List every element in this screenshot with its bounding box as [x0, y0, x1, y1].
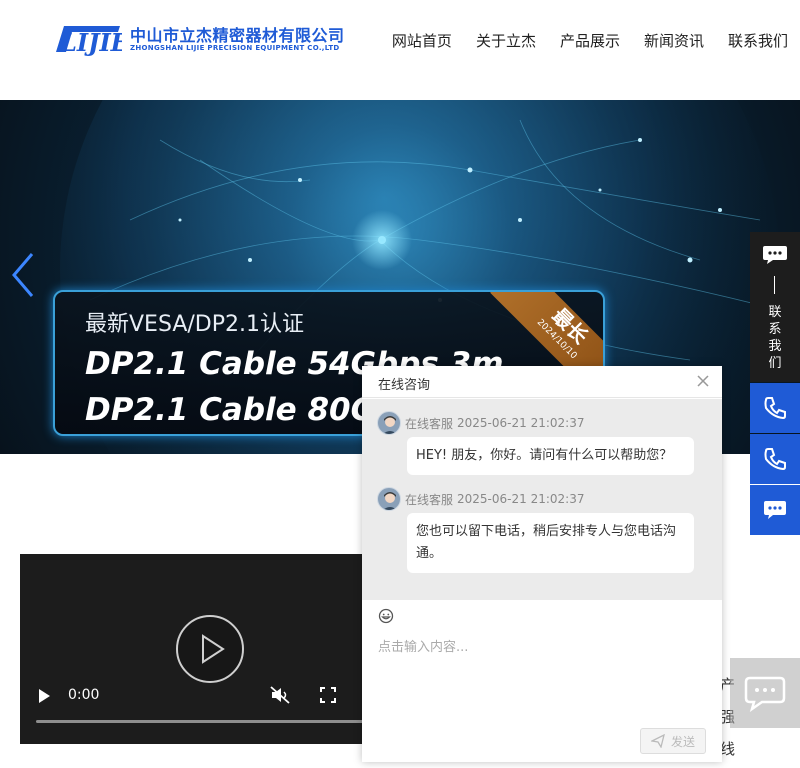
- close-icon[interactable]: [696, 374, 710, 388]
- svg-text:LIJIE: LIJIE: [59, 28, 122, 56]
- message-bubble: 您也可以留下电话，稍后安排专人与您电话沟通。: [407, 513, 694, 573]
- phone-button[interactable]: [750, 383, 800, 433]
- company-logo[interactable]: LIJIE 中山市立杰精密器材有限公司 ZHONGSHAN LIJIE PREC…: [54, 20, 354, 60]
- message-meta: 在线客服 2025-06-21 21:02:37: [377, 487, 584, 511]
- message-time: 2025-06-21 21:02:37: [457, 416, 585, 430]
- chat-header: 在线咨询: [362, 366, 722, 398]
- contact-label-char: 们: [768, 356, 782, 371]
- nav-item-home[interactable]: 网站首页: [392, 30, 452, 51]
- chat-icon: [764, 501, 786, 519]
- company-name-en: ZHONGSHAN LIJIE PRECISION EQUIPMENT CO.,…: [130, 44, 340, 52]
- mute-icon[interactable]: [270, 686, 290, 704]
- nav-item-about[interactable]: 关于立杰: [476, 30, 536, 51]
- send-icon: [650, 734, 665, 748]
- main-nav: 网站首页 关于立杰 产品展示 新闻资讯 联系我们: [392, 30, 788, 51]
- page: LIJIE 中山市立杰精密器材有限公司 ZHONGSHAN LIJIE PREC…: [0, 0, 800, 768]
- company-name-cn: 中山市立杰精密器材有限公司: [130, 26, 345, 45]
- contact-label-char: 系: [768, 322, 782, 337]
- nav-item-contact[interactable]: 联系我们: [728, 30, 788, 51]
- message-bubble: HEY! 朋友，你好。请问有什么可以帮助您？: [407, 437, 694, 475]
- online-chat-window: 在线咨询 在线客服 2025-06-21 21:02:37 HEY! 朋友，你好…: [362, 366, 722, 762]
- contact-label-char: 我: [768, 339, 782, 354]
- chat-bubble-icon: [744, 676, 786, 712]
- site-header: LIJIE 中山市立杰精密器材有限公司 ZHONGSHAN LIJIE PREC…: [0, 0, 800, 100]
- chat-messages: 在线客服 2025-06-21 21:02:37 HEY! 朋友，你好。请问有什…: [362, 399, 722, 600]
- send-label: 发送: [670, 734, 695, 749]
- play-icon[interactable]: [175, 614, 245, 684]
- online-chat-button[interactable]: [750, 485, 800, 535]
- company-video[interactable]: 0:00: [20, 554, 400, 744]
- nav-item-products[interactable]: 产品展示: [560, 30, 620, 51]
- phone-icon: [764, 397, 786, 420]
- message-sender: 在线客服: [405, 416, 454, 431]
- avatar: [377, 411, 401, 435]
- promo-title: 最新VESA/DP2.1认证: [85, 312, 304, 337]
- video-play-icon[interactable]: [36, 688, 52, 704]
- avatar: [377, 487, 401, 511]
- chat-title: 在线咨询: [378, 378, 431, 393]
- logo-mark-icon: LIJIE: [56, 26, 122, 56]
- floating-sidebar: 联 系 我 们: [750, 232, 800, 535]
- divider: [774, 276, 775, 294]
- phone-icon: [764, 448, 786, 471]
- message-time: 2025-06-21 21:02:37: [457, 492, 585, 506]
- contact-us-tab[interactable]: 联 系 我 们: [750, 232, 800, 382]
- floating-chat-button[interactable]: [730, 658, 800, 728]
- message-sender: 在线客服: [405, 492, 454, 507]
- fullscreen-icon[interactable]: [320, 687, 336, 703]
- video-time: 0:00: [68, 687, 100, 703]
- send-button[interactable]: 发送: [640, 728, 706, 754]
- chat-icon: [763, 246, 787, 264]
- video-progress-bar[interactable]: [36, 720, 384, 723]
- phone-button[interactable]: [750, 434, 800, 484]
- chevron-left-icon[interactable]: [8, 250, 38, 300]
- message-meta: 在线客服 2025-06-21 21:02:37: [377, 411, 584, 435]
- chat-message-input[interactable]: [378, 636, 708, 716]
- nav-item-news[interactable]: 新闻资讯: [644, 30, 704, 51]
- contact-us-label: 联 系 我 们: [767, 304, 783, 372]
- contact-label-char: 联: [768, 305, 782, 320]
- emoji-icon[interactable]: [378, 608, 394, 624]
